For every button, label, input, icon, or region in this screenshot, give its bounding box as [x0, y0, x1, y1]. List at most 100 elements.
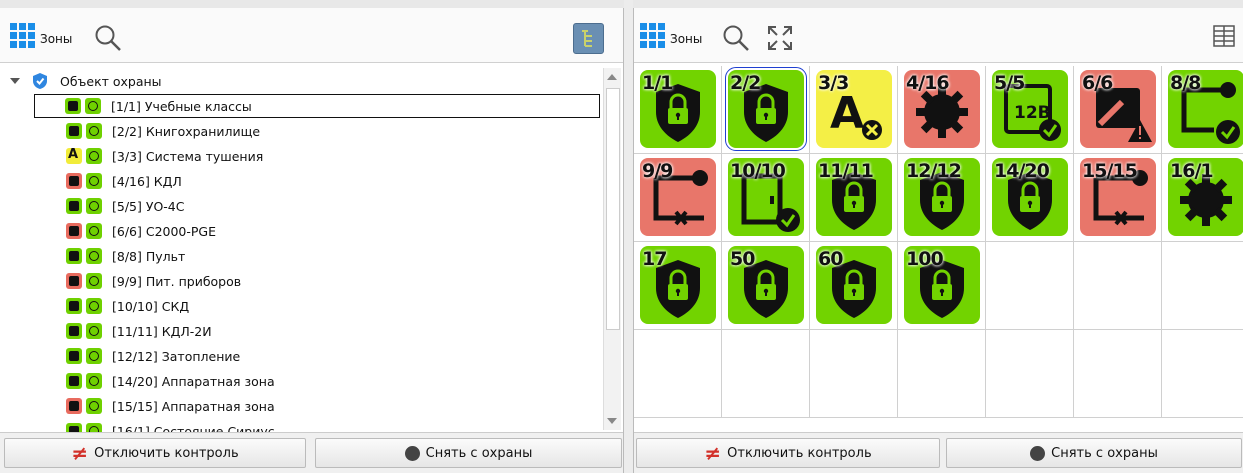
tree-row[interactable]: [5/5] УО-4С	[36, 194, 596, 218]
zone-tile[interactable]: 4/16	[904, 70, 980, 148]
chevron-down-icon[interactable]	[10, 78, 20, 84]
zone-tile[interactable]: 11/11	[816, 158, 892, 236]
zone-tile[interactable]: 12В 5/5	[992, 70, 1068, 148]
tree-row[interactable]: [15/15] Аппаратная зона	[36, 394, 596, 418]
tree-row-label: [2/2] Книгохранилище	[112, 123, 261, 139]
tree-row[interactable]: [2/2] Книгохранилище	[36, 119, 596, 143]
tile-cell[interactable]	[898, 330, 986, 418]
disable-control-button[interactable]: ≠ Отключить контроль	[4, 438, 306, 468]
tree-row[interactable]: [9/9] Пит. приборов	[36, 269, 596, 293]
zone-tile-label: 12/12	[906, 160, 962, 182]
status-icon	[85, 98, 101, 114]
tree-row-label: [5/5] УО-4С	[112, 198, 185, 214]
tile-cell[interactable]	[1074, 330, 1162, 418]
search-icon[interactable]	[94, 24, 122, 52]
zone-tile[interactable]: 6/6	[1080, 70, 1156, 148]
zone-tile[interactable]: 100	[904, 246, 980, 324]
tile-cell[interactable]: 17	[634, 242, 722, 330]
status-icon	[86, 123, 102, 139]
tile-cell[interactable]: A 3/3	[810, 66, 898, 154]
zone-tree: Объект охраны [1/1] Учебные классы [2/2] …	[0, 66, 600, 432]
zone-tile[interactable]: 15/15	[1080, 158, 1156, 236]
zone-tile-label: 3/3	[818, 72, 849, 94]
zone-tile-label: 8/8	[1170, 72, 1201, 94]
tree-row[interactable]: [8/8] Пульт	[36, 244, 596, 268]
left-toolbar: Зоны	[0, 8, 623, 63]
zone-tile[interactable]: 50	[728, 246, 804, 324]
tile-cell[interactable]: 12В 5/5	[986, 66, 1074, 154]
disarm-button[interactable]: Снять с охраны	[315, 438, 622, 468]
grid-icon[interactable]	[10, 23, 35, 48]
grid-icon[interactable]	[640, 23, 665, 48]
tile-cell[interactable]: 100	[898, 242, 986, 330]
tree-row-label: [4/16] КДЛ	[112, 173, 182, 189]
tile-cell[interactable]	[810, 330, 898, 418]
search-icon[interactable]	[722, 24, 750, 52]
expand-icon[interactable]	[766, 24, 794, 52]
tile-cell[interactable]: 1/1	[634, 66, 722, 154]
tree-view-icon[interactable]	[573, 23, 604, 54]
tile-cell[interactable]	[986, 330, 1074, 418]
shield-icon	[65, 98, 81, 114]
disarm-button[interactable]: Снять с охраны	[946, 438, 1242, 468]
tile-cell[interactable]: 2/2	[722, 66, 810, 154]
tree-scrollbar[interactable]	[603, 68, 621, 430]
tile-cell[interactable]: 8/8	[1162, 66, 1243, 154]
tile-cell[interactable]	[1162, 330, 1243, 418]
disable-control-button[interactable]: ≠ Отключить контроль	[636, 438, 940, 468]
zone-tile[interactable]: 12/12	[904, 158, 980, 236]
tree-row[interactable]: [1/1] Учебные классы	[34, 94, 600, 118]
tile-cell[interactable]	[634, 330, 722, 418]
splitter[interactable]	[624, 0, 633, 473]
scroll-up-arrow-icon[interactable]	[607, 74, 617, 80]
zone-tile[interactable]: 17	[640, 246, 716, 324]
status-icon	[86, 323, 102, 339]
tree-row[interactable]: [12/12] Затопление	[36, 344, 596, 368]
tile-cell[interactable]: 50	[722, 242, 810, 330]
tile-cell[interactable]	[722, 330, 810, 418]
tree-row[interactable]: [14/20] Аппаратная зона	[36, 369, 596, 393]
tree-row[interactable]: A [3/3] Система тушения	[36, 144, 596, 168]
zone-tile[interactable]: 60	[816, 246, 892, 324]
zone-tile[interactable]: 10/10	[728, 158, 804, 236]
disable-control-label: Отключить контроль	[94, 445, 239, 461]
scroll-down-arrow-icon[interactable]	[607, 418, 617, 424]
tile-cell[interactable]: 60	[810, 242, 898, 330]
zone-tile[interactable]: 8/8	[1168, 70, 1243, 148]
scroll-thumb[interactable]	[606, 88, 620, 330]
tile-cell[interactable]: 16/1	[1162, 154, 1243, 242]
tree-root[interactable]: Объект охраны	[10, 70, 162, 92]
tree-row[interactable]: [16/1] Состояние Сириус	[36, 419, 596, 432]
zone-tile-label: 50	[730, 248, 755, 270]
tree-row[interactable]: [6/6] С2000-PGE	[36, 219, 596, 243]
tile-cell[interactable]	[1162, 242, 1243, 330]
fire-icon: A	[66, 147, 82, 164]
zone-tile-label: 16/1	[1170, 160, 1214, 182]
zone-tile[interactable]: 9/9	[640, 158, 716, 236]
zone-tile[interactable]: 1/1	[640, 70, 716, 148]
tree-row[interactable]: [10/10] СКД	[36, 294, 596, 318]
tree-row[interactable]: [11/11] КДЛ-2И	[36, 319, 596, 343]
tile-cell[interactable]: 4/16	[898, 66, 986, 154]
zone-tile-label: 100	[906, 248, 944, 270]
status-icon	[86, 248, 102, 264]
not-equal-icon: ≠	[704, 441, 722, 465]
tile-cell[interactable]: 6/6	[1074, 66, 1162, 154]
tile-cell[interactable]	[986, 242, 1074, 330]
tile-cell[interactable]: 11/11	[810, 154, 898, 242]
zone-tile[interactable]: 16/1	[1168, 158, 1243, 236]
tile-cell[interactable]: 14/20	[986, 154, 1074, 242]
zone-tile[interactable]: A 3/3	[816, 70, 892, 148]
tile-cell[interactable]	[1074, 242, 1162, 330]
status-icon	[86, 398, 102, 414]
zone-tile[interactable]: 2/2	[725, 67, 807, 151]
table-icon[interactable]	[1212, 24, 1236, 48]
tile-cell[interactable]: 12/12	[898, 154, 986, 242]
tree-row[interactable]: [4/16] КДЛ	[36, 169, 596, 193]
tile-cell[interactable]: 15/15	[1074, 154, 1162, 242]
zone-tile-label: 15/15	[1082, 160, 1138, 182]
tile-cell[interactable]: 9/9	[634, 154, 722, 242]
tile-cell[interactable]: 10/10	[722, 154, 810, 242]
status-icon	[86, 223, 102, 239]
zone-tile[interactable]: 14/20	[992, 158, 1068, 236]
